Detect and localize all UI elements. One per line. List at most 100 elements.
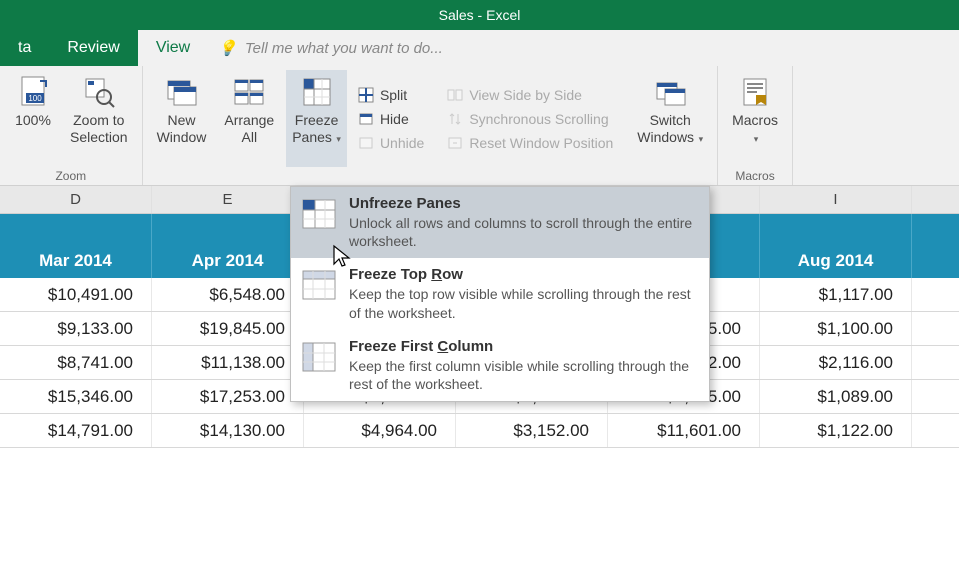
tab-review[interactable]: Review — [49, 30, 137, 66]
freeze-panes-button[interactable]: Freeze Panes ▾ — [286, 70, 347, 167]
month-header-cell[interactable]: Apr 2014 — [152, 244, 304, 278]
column-header[interactable]: J — [912, 186, 959, 213]
ribbon-group-window: New Window Arrange All Freeze Panes ▾ Sp… — [143, 66, 719, 185]
data-cell[interactable]: $11,601.00 — [608, 414, 760, 447]
sync-label: Synchronous Scrolling — [469, 111, 608, 127]
column-header[interactable]: D — [0, 186, 152, 213]
data-cell[interactable]: $3 — [912, 414, 959, 447]
switch-windows-icon — [652, 74, 688, 110]
arrange-all-icon — [231, 74, 267, 110]
new-window-label: New Window — [157, 112, 207, 146]
reset-label: Reset Window Position — [469, 135, 613, 151]
menu-item-title: Freeze First Column — [349, 338, 699, 355]
title-cell[interactable] — [912, 214, 959, 244]
freeze-panes-dropdown: Unfreeze Panes Unlock all rows and colum… — [290, 186, 710, 402]
chevron-down-icon: ▾ — [696, 134, 703, 144]
data-cell[interactable]: $8,741.00 — [0, 346, 152, 379]
data-cell[interactable]: $11,138.00 — [152, 346, 304, 379]
chevron-down-icon: ▾ — [334, 134, 341, 144]
title-cell[interactable] — [760, 214, 912, 244]
side-label: View Side by Side — [469, 87, 582, 103]
menu-item-desc: Keep the first column visible while scro… — [349, 357, 699, 393]
unhide-icon — [357, 134, 375, 152]
unhide-button: Unhide — [353, 132, 428, 154]
new-window-button[interactable]: New Window — [151, 70, 213, 167]
menu-item-desc: Keep the top row visible while scrolling… — [349, 285, 699, 321]
data-cell[interactable]: $10 — [912, 312, 959, 345]
switch-windows-label: Switch Windows ▾ — [637, 112, 703, 146]
split-button[interactable]: Split — [353, 84, 428, 106]
month-header-cell[interactable]: Mar 2014 — [0, 244, 152, 278]
zoom-to-selection-label: Zoom to Selection — [70, 112, 128, 146]
data-cell[interactable]: $1,117.00 — [760, 278, 912, 311]
freeze-first-col-icon — [301, 341, 337, 373]
new-window-icon — [163, 74, 199, 110]
menu-item-desc: Unlock all rows and columns to scroll th… — [349, 214, 699, 250]
data-cell[interactable]: $6,548.00 — [152, 278, 304, 311]
data-cell[interactable]: $14,791.00 — [0, 414, 152, 447]
macros-button[interactable]: Macros▾ — [726, 70, 784, 167]
tell-me-search[interactable]: 💡 Tell me what you want to do... — [208, 30, 959, 66]
column-header[interactable]: I — [760, 186, 912, 213]
data-cell[interactable]: $15,346.00 — [0, 380, 152, 413]
freeze-top-row-item[interactable]: Freeze Top Row Keep the top row visible … — [291, 258, 709, 329]
data-cell[interactable]: $1,122.00 — [760, 414, 912, 447]
zoom-100-button[interactable]: 100 100% — [8, 70, 58, 167]
title-cell[interactable] — [152, 214, 304, 244]
zoom-to-selection-button[interactable]: Zoom to Selection — [64, 70, 134, 167]
ribbon-group-zoom: 100 100% Zoom to Selection Zoom — [0, 66, 143, 185]
data-cell[interactable]: $8 — [912, 278, 959, 311]
macros-icon — [737, 74, 773, 110]
hide-button[interactable]: Hide — [353, 108, 428, 130]
ribbon-group-macros: Macros▾ Macros — [718, 66, 793, 185]
data-cell[interactable]: $14,130.00 — [152, 414, 304, 447]
page-100-icon: 100 — [15, 74, 51, 110]
reset-pos-icon — [446, 134, 464, 152]
data-cell[interactable]: $2,116.00 — [760, 346, 912, 379]
menu-item-title: Unfreeze Panes — [349, 195, 699, 212]
data-cell[interactable]: $3,152.00 — [456, 414, 608, 447]
view-side-by-side-button: View Side by Side — [442, 84, 617, 106]
tell-me-placeholder: Tell me what you want to do... — [245, 40, 443, 57]
freeze-first-column-item[interactable]: Freeze First Column Keep the first colum… — [291, 330, 709, 401]
month-header-cell[interactable]: Aug 2014 — [760, 244, 912, 278]
sync-scroll-icon — [446, 110, 464, 128]
data-cell[interactable]: $10,491.00 — [0, 278, 152, 311]
hide-icon — [357, 110, 375, 128]
data-cell[interactable]: $17,253.00 — [152, 380, 304, 413]
unhide-label: Unhide — [380, 135, 424, 151]
unfreeze-panes-item[interactable]: Unfreeze Panes Unlock all rows and colum… — [291, 187, 709, 258]
table-row: $14,791.00$14,130.00$4,964.00$3,152.00$1… — [0, 414, 959, 448]
ribbon: 100 100% Zoom to Selection Zoom New Wind… — [0, 66, 959, 186]
data-cell[interactable]: $19,845.00 — [152, 312, 304, 345]
menu-item-title: Freeze Top Row — [349, 266, 699, 283]
arrange-all-label: Arrange All — [224, 112, 274, 146]
split-icon — [357, 86, 375, 104]
svg-text:100: 100 — [28, 94, 42, 103]
data-cell[interactable]: $9,133.00 — [0, 312, 152, 345]
unfreeze-icon — [301, 198, 337, 230]
month-header-cell[interactable]: Se — [912, 244, 959, 278]
window-group-label — [151, 169, 710, 183]
data-cell[interactable]: $13 — [912, 346, 959, 379]
data-cell[interactable]: $4 — [912, 380, 959, 413]
lightbulb-icon: 💡 — [218, 39, 237, 57]
macros-label: Macros▾ — [732, 112, 778, 146]
tab-view[interactable]: View — [138, 30, 208, 66]
data-cell[interactable]: $4,964.00 — [304, 414, 456, 447]
column-header[interactable]: E — [152, 186, 304, 213]
side-by-side-icon — [446, 86, 464, 104]
title-cell[interactable] — [0, 214, 152, 244]
freeze-panes-icon — [299, 74, 335, 110]
data-cell[interactable]: $1,100.00 — [760, 312, 912, 345]
freeze-top-row-icon — [301, 269, 337, 301]
switch-windows-button[interactable]: Switch Windows ▾ — [631, 70, 709, 167]
tab-data[interactable]: ta — [0, 30, 49, 66]
sync-scroll-button: Synchronous Scrolling — [442, 108, 617, 130]
arrange-all-button[interactable]: Arrange All — [218, 70, 280, 167]
data-cell[interactable]: $1,089.00 — [760, 380, 912, 413]
freeze-panes-label: Freeze Panes ▾ — [292, 112, 341, 146]
title-bar: Sales - Excel — [0, 0, 959, 30]
chevron-down-icon: ▾ — [754, 134, 759, 144]
reset-pos-button: Reset Window Position — [442, 132, 617, 154]
